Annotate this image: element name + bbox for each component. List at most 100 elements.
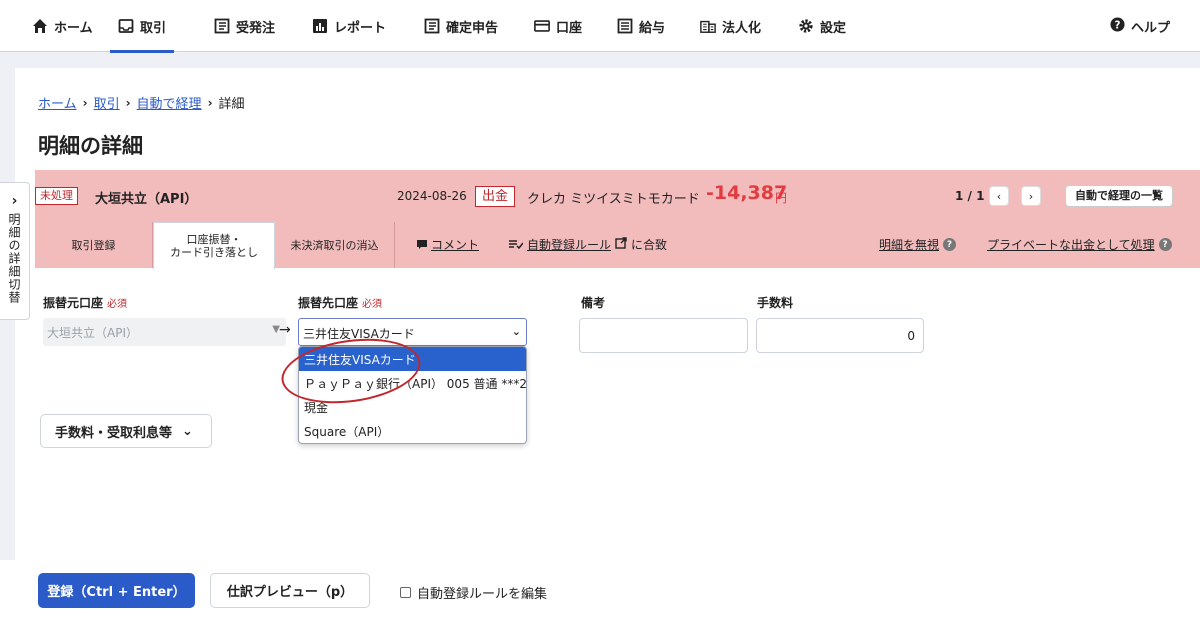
document-icon [214,18,230,34]
tab-unsettled[interactable]: 未決済取引の消込 [275,222,395,268]
external-link-icon [615,237,627,252]
nav-settings[interactable]: 設定 [798,0,846,52]
memo-input[interactable] [579,318,748,353]
account-name: 大垣共立（API） [95,192,198,207]
direction-badge: 出金 [475,186,516,207]
help-label: ヘルプ [1130,20,1170,36]
tab-transfer-label-2: カード引き落とし [170,246,258,259]
nav-transactions[interactable]: 取引 [109,0,175,53]
tab-register[interactable]: 取引登録 [35,222,153,268]
main-panel: ホーム › 取引 › 自動で経理 › 詳細 明細の詳細 未処理 大垣共立（API… [15,68,1200,560]
nav-home[interactable]: ホーム [32,0,93,52]
to-account-select[interactable]: 三井住友VISAカード ⌄ [298,318,527,346]
edit-rule-label: 自動登録ルールを編集 [417,587,548,602]
svg-text:?: ? [1114,19,1120,31]
tab-unsettled-label: 未決済取引の消込 [290,238,379,252]
nav-accounts[interactable]: 口座 [534,0,582,52]
submit-button[interactable]: 登録（Ctrl + Enter） [38,573,195,608]
detail-toggle-label: 明細の詳細切替 [7,213,21,304]
breadcrumb-separator: › [82,95,88,110]
nav-incorporation-label: 法人化 [722,20,762,36]
tab-transfer-label-1: 口座振替・ [186,233,242,246]
nav-accounts-label: 口座 [556,20,583,36]
required-mark: 必須 [107,299,128,310]
nav-tax-return-label: 確定申告 [446,20,499,36]
memo-label: 備考 [581,296,606,310]
to-account-label: 振替先口座 必須 [298,294,382,311]
breadcrumb-home[interactable]: ホーム [38,93,77,112]
private-link[interactable]: プライベートな出金として処理 ? [987,236,1172,253]
currency-unit: 円 [775,191,788,205]
detail-toggle-tab[interactable]: › 明細の詳細切替 [0,182,30,320]
top-nav: ホーム 取引 受発注 レポート 確定申告 口座 給与 法人化 設定 ? ヘルプ [0,0,1200,53]
nav-orders[interactable]: 受発注 [214,0,275,52]
transaction-description: クレカ ミツイスミトモカード [527,192,700,207]
nav-home-label: ホーム [54,20,93,36]
nav-settings-label: 設定 [820,20,847,36]
nav-transactions-label: 取引 [140,20,167,36]
pager-text: 1 / 1 [955,189,985,203]
nav-orders-label: 受発注 [236,20,276,36]
breadcrumb-transactions[interactable]: 取引 [94,93,120,112]
edit-rule-checkbox[interactable] [400,587,411,598]
breadcrumb-current: 詳細 [218,97,245,112]
gear-icon [798,18,814,34]
next-button[interactable]: › [1021,186,1041,206]
edit-rule-option[interactable]: 自動登録ルールを編集 [400,583,547,602]
auto-rule-link[interactable]: 自動登録ルール に合致 [509,236,667,253]
from-account-value: 大垣共立（API） [47,326,138,340]
page-title: 明細の詳細 [38,134,143,158]
building-icon [700,18,716,34]
auto-list-button[interactable]: 自動で経理の一覧 [1065,185,1173,207]
nav-payroll-label: 給与 [639,20,666,36]
breadcrumb-separator: › [125,95,131,110]
nav-incorporation[interactable]: 法人化 [700,0,761,52]
nav-tax-return[interactable]: 確定申告 [424,0,498,52]
question-icon: ? [943,238,957,251]
arrow-right-icon: → [279,322,291,338]
dropdown-option[interactable]: 現金 [299,395,526,419]
dropdown-option[interactable]: Square（API） [299,419,526,443]
bar-chart-icon [312,18,328,34]
fee-value: 0 [907,329,915,343]
rule-icon [509,238,524,252]
tab-register-label: 取引登録 [71,238,116,252]
to-account-dropdown: 三井住友VISAカード ＰａｙＰａｙ銀行（API） 005 普通 ***2381… [298,346,527,444]
breadcrumb-auto[interactable]: 自動で経理 [137,93,202,112]
nav-reports-label: レポート [334,20,387,36]
prev-button[interactable]: ‹ [989,186,1009,206]
fee-toggle-label: 手数料・受取利息等 [55,425,173,441]
required-mark: 必須 [362,299,383,310]
chevron-down-icon: ⌄ [511,325,521,338]
to-account-label-text: 振替先口座 [298,296,359,310]
nav-reports[interactable]: レポート [312,0,386,52]
inbox-icon [118,18,134,34]
document-icon [424,18,440,34]
dropdown-option[interactable]: ＰａｙＰａｙ銀行（API） 005 普通 ***2381 [299,371,526,395]
status-badge: 未処理 [35,187,78,205]
comment-icon [417,238,427,252]
nav-payroll[interactable]: 給与 [617,0,665,52]
help-link[interactable]: ? ヘルプ [1110,0,1170,52]
transaction-date: 2024-08-26 [397,189,467,203]
home-icon [32,18,48,34]
tab-transfer[interactable]: 口座振替・ カード引き落とし [153,222,275,269]
transaction-band: 未処理 大垣共立（API） 2024-08-26 出金 クレカ ミツイスミトモカ… [35,170,1200,269]
dropdown-option[interactable]: 三井住友VISAカード [299,347,526,371]
ignore-link[interactable]: 明細を無視 ? [879,236,957,253]
breadcrumb: ホーム › 取引 › 自動で経理 › 詳細 [38,93,245,113]
list-icon [617,18,633,34]
auto-rule-label: 自動登録ルール [527,238,612,252]
chevron-down-icon: ⌄ [182,423,193,439]
fee-toggle-button[interactable]: 手数料・受取利息等 ⌄ [40,414,212,448]
fee-label: 手数料 [757,296,794,310]
from-account-select: 大垣共立（API） ▼ [43,318,286,346]
card-icon [534,18,550,34]
fee-input[interactable]: 0 [756,318,924,353]
preview-button[interactable]: 仕訳プレビュー（p） [210,573,370,608]
auto-rule-suffix: に合致 [631,238,668,252]
chevron-right-icon: › [1028,189,1034,203]
help-icon: ? [1110,16,1125,36]
private-label: プライベートな出金として処理 [987,238,1155,252]
comment-link[interactable]: コメント [417,236,479,253]
